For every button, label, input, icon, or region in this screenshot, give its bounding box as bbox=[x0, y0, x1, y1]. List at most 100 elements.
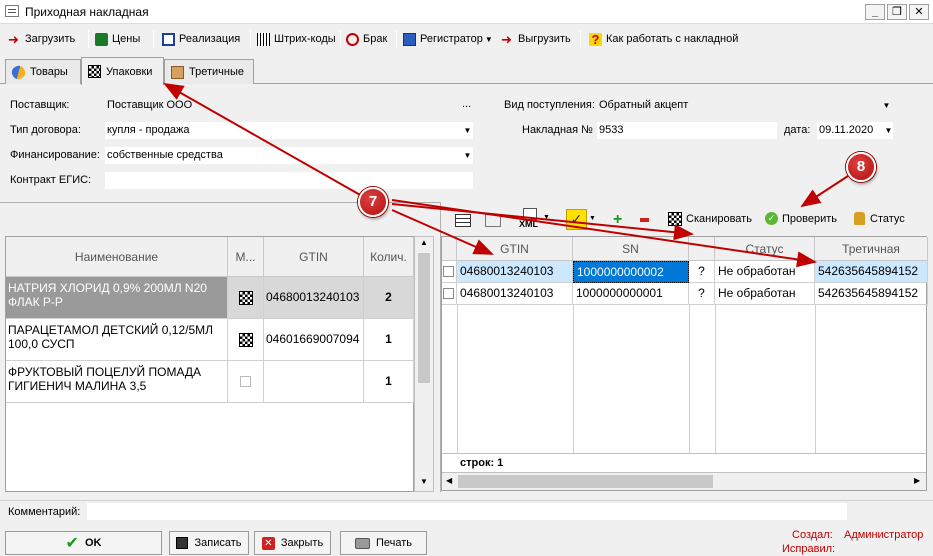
financing-select[interactable]: собственные средства bbox=[105, 147, 473, 164]
column-header-name[interactable]: Наименование bbox=[6, 237, 228, 277]
table-row-gtin[interactable] bbox=[264, 361, 364, 403]
table-row-gtin[interactable]: 04601669007094 bbox=[264, 319, 364, 361]
supplier-ellipsis-button[interactable]: ... bbox=[462, 98, 471, 110]
egis-contract-field[interactable] bbox=[105, 172, 473, 189]
tab-packages[interactable]: Упаковки bbox=[81, 57, 164, 85]
chevron-down-icon: ▼ bbox=[484, 34, 493, 44]
realization-icon bbox=[162, 32, 175, 46]
table-row-name[interactable]: ФРУКТОВЫЙ ПОЦЕЛУЙ ПОМАДА ГИГИЕНИЧ МАЛИНА… bbox=[6, 361, 228, 403]
column-header-marking[interactable]: М... bbox=[228, 237, 264, 277]
scroll-right-icon[interactable]: ▶ bbox=[914, 476, 920, 485]
created-value: Администратор bbox=[844, 529, 924, 541]
table-row-gtin[interactable]: 04680013240103 bbox=[457, 261, 573, 283]
table-row-gtin[interactable]: 04680013240103 bbox=[264, 277, 364, 319]
tab-goods[interactable]: Товары bbox=[5, 59, 81, 84]
table-row-sn[interactable]: 1000000000001 bbox=[573, 283, 689, 305]
date-field[interactable]: 09.11.2020 bbox=[817, 122, 893, 139]
window-title: Приходная накладная bbox=[25, 5, 149, 19]
table-row-question[interactable]: ? bbox=[689, 261, 715, 283]
checkmark-icon: ✔ bbox=[65, 535, 79, 552]
close-window-button[interactable]: ✕ bbox=[909, 4, 929, 20]
scan-button[interactable]: Сканировать bbox=[668, 212, 752, 226]
barcodes-button[interactable]: Штрих-коды bbox=[257, 28, 336, 50]
floppy-icon bbox=[176, 537, 189, 549]
status-button[interactable]: Статус bbox=[854, 212, 905, 225]
packages-toolbar: XML ▼ ✓ ▼ + Сканировать ✓ Проверить Стат… bbox=[452, 208, 932, 234]
scroll-thumb[interactable] bbox=[458, 475, 713, 488]
chevron-down-icon[interactable]: ▼ bbox=[463, 147, 472, 164]
table-row-qty[interactable]: 1 bbox=[364, 361, 414, 403]
contract-type-select[interactable]: купля - продажа bbox=[105, 122, 473, 139]
minimize-button[interactable]: _ bbox=[865, 4, 885, 20]
row-checkbox[interactable] bbox=[443, 288, 454, 299]
row-count: строк: 1 bbox=[460, 457, 504, 469]
edited-label: Исправил: bbox=[782, 543, 836, 555]
add-icon[interactable]: + bbox=[613, 211, 622, 229]
receipt-type-select[interactable]: Обратный акцепт bbox=[597, 97, 893, 114]
table-row-gtin[interactable]: 04680013240103 bbox=[457, 283, 573, 305]
comment-field[interactable] bbox=[87, 503, 847, 520]
help-button[interactable]: ? Как работать с накладной bbox=[589, 28, 738, 50]
checklist-icon[interactable] bbox=[455, 214, 471, 227]
chevron-down-icon[interactable]: ▼ bbox=[463, 122, 472, 139]
column-header-tertiary[interactable]: Третичная bbox=[815, 237, 928, 261]
table-row-tertiary[interactable]: 542635645894152 bbox=[815, 283, 928, 305]
marking-checkbox[interactable] bbox=[240, 376, 251, 387]
column-header-status[interactable]: Статус bbox=[715, 237, 815, 261]
scroll-left-icon[interactable]: ◀ bbox=[446, 476, 452, 485]
check-button[interactable]: ✓ Проверить bbox=[765, 212, 837, 225]
prices-button[interactable]: Цены bbox=[95, 28, 140, 50]
uncheck-list-icon[interactable] bbox=[485, 214, 501, 227]
tab-tertiary[interactable]: Третичные bbox=[164, 59, 254, 84]
table-row-qty[interactable]: 2 bbox=[364, 277, 414, 319]
tab-strip: Товары Упаковки Третичные bbox=[0, 57, 933, 85]
upload-button[interactable]: ➜ Выгрузить bbox=[501, 28, 571, 50]
lock-icon bbox=[854, 212, 865, 225]
column-header-gtin[interactable]: GTIN bbox=[264, 237, 364, 277]
save-button[interactable]: Записать bbox=[169, 531, 249, 555]
row-checkbox[interactable] bbox=[443, 266, 454, 277]
checkmark-highlight-icon[interactable]: ✓ bbox=[566, 209, 587, 230]
supplier-field[interactable]: Поставщик ООО bbox=[105, 97, 457, 114]
arrow-to-check bbox=[800, 175, 849, 208]
chevron-down-icon[interactable]: ▼ bbox=[884, 122, 893, 139]
column-header-sn[interactable]: SN bbox=[573, 237, 689, 261]
table-row-status[interactable]: Не обработан bbox=[715, 261, 815, 283]
table-row-name[interactable]: ПАРАЦЕТАМОЛ ДЕТСКИЙ 0,12/5МЛ 100,0 СУСП bbox=[6, 319, 228, 361]
realization-button[interactable]: Реализация bbox=[162, 28, 240, 50]
restore-button[interactable]: ❐ bbox=[887, 4, 907, 20]
table-row-tertiary[interactable]: 542635645894152 bbox=[815, 261, 928, 283]
close-icon: ✕ bbox=[261, 536, 275, 550]
defect-icon bbox=[346, 32, 359, 46]
ok-button[interactable]: ✔ OK bbox=[5, 531, 162, 555]
table-row-name[interactable]: НАТРИЯ ХЛОРИД 0,9% 200МЛ N20 ФЛАК Р-Р bbox=[6, 277, 228, 319]
remove-icon[interactable] bbox=[640, 218, 649, 222]
table-row-sn[interactable]: 1000000000002 bbox=[573, 261, 689, 283]
datamatrix-icon bbox=[238, 290, 253, 305]
datamatrix-icon bbox=[88, 65, 101, 78]
table-row-status[interactable]: Не обработан bbox=[715, 283, 815, 305]
scroll-thumb[interactable] bbox=[418, 253, 430, 383]
financing-label: Финансирование: bbox=[10, 149, 100, 161]
xml-export-button[interactable]: XML ▼ bbox=[519, 208, 550, 232]
left-vertical-scrollbar[interactable]: ▲ ▼ bbox=[414, 236, 434, 492]
chevron-down-icon[interactable]: ▼ bbox=[882, 97, 891, 114]
chevron-down-icon[interactable]: ▼ bbox=[589, 215, 596, 222]
table-row-question[interactable]: ? bbox=[689, 283, 715, 305]
window-icon bbox=[5, 5, 19, 17]
column-header-qty[interactable]: Колич. bbox=[364, 237, 414, 277]
scroll-up-icon[interactable]: ▲ bbox=[417, 238, 431, 250]
upload-arrow-icon: ➜ bbox=[501, 31, 512, 47]
callout-8: 8 bbox=[846, 152, 876, 182]
print-button[interactable]: Печать bbox=[340, 531, 427, 555]
table-row-qty[interactable]: 1 bbox=[364, 319, 414, 361]
scroll-down-icon[interactable]: ▼ bbox=[417, 477, 431, 489]
load-button[interactable]: ➜ Загрузить bbox=[8, 28, 75, 50]
close-button[interactable]: ✕ Закрыть bbox=[254, 531, 331, 555]
registrar-dropdown[interactable]: Регистратор ▼ bbox=[403, 28, 493, 50]
column-header-gtin[interactable]: GTIN bbox=[457, 237, 573, 261]
invoice-number-field[interactable]: 9533 bbox=[597, 122, 777, 139]
defect-button[interactable]: Брак bbox=[346, 28, 387, 50]
right-horizontal-scrollbar[interactable]: ◀ ▶ bbox=[442, 472, 926, 490]
title-bar: Приходная накладная _ ❐ ✕ bbox=[0, 0, 933, 24]
